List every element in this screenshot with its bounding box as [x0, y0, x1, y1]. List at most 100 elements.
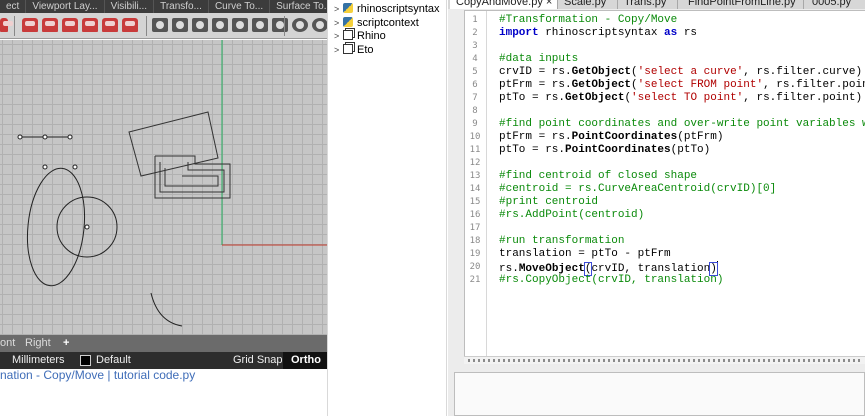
render-tool-icon[interactable]: [152, 18, 168, 32]
code-text: rs: [677, 27, 698, 39]
expand-arrow-icon[interactable]: >: [334, 18, 343, 28]
code-function: PointCoordinates: [571, 131, 678, 143]
code-keyword: as: [664, 27, 678, 39]
code-comment: #Transformation - Copy/Move: [499, 14, 678, 26]
toolbar-divider: [284, 16, 285, 36]
code-text: ptFrm = rs.: [499, 79, 572, 91]
toolbar-tab[interactable]: Visibili...: [105, 0, 155, 13]
control-point: [84, 224, 90, 230]
code-line: #run transformation: [499, 235, 624, 248]
code-text: , rs.filter.point): [763, 79, 865, 91]
tab-copyandmove[interactable]: CopyAndMove.py ×: [450, 0, 558, 9]
tab-findpointfromline[interactable]: FindPointFromLine.py: [682, 0, 804, 9]
code-line: #rs.AddPoint(centroid): [499, 209, 644, 222]
code-text: , rs.filter.curve): [743, 66, 863, 78]
code-comment: #centroid = rs.CurveAreaCentroid(crvID)[…: [499, 183, 777, 195]
expand-arrow-icon[interactable]: >: [334, 45, 343, 55]
rhino-window: ect Viewport Lay... Visibili... Transfo... C…: [0, 0, 327, 416]
add-viewport-button[interactable]: +: [63, 337, 69, 349]
code-function: PointCoordinates: [565, 144, 671, 156]
code-comment: #print centroid: [499, 196, 599, 208]
toolbar-tab[interactable]: Transfo...: [154, 0, 209, 13]
tree-item-scriptcontext[interactable]: > scriptcontext: [334, 17, 419, 31]
render-tool-icon[interactable]: [192, 18, 208, 32]
layer-label[interactable]: Default: [96, 354, 131, 366]
line-number: 16: [469, 210, 481, 220]
tab-right[interactable]: Right: [25, 337, 51, 349]
tree-item-label: scriptcontext: [357, 17, 419, 29]
control-point: [42, 134, 48, 140]
code-function: GetObject: [571, 79, 632, 91]
tree-item-rhino[interactable]: > Rhino: [334, 30, 386, 44]
line-number: 14: [469, 184, 481, 194]
line-number: 17: [469, 223, 481, 233]
code-line: #find centroid of closed shape: [499, 170, 697, 183]
light-icon[interactable]: [272, 18, 288, 32]
code-comment: #find point coordinates and over-write p…: [499, 118, 865, 130]
camera-icon[interactable]: [172, 18, 188, 32]
toolbar-tab[interactable]: Curve To...: [209, 0, 271, 13]
code-text: (: [631, 66, 638, 78]
viewport-tool-icon[interactable]: [82, 18, 98, 32]
viewport-tool-icon[interactable]: [102, 18, 118, 32]
code-text: (ptTo): [670, 144, 711, 156]
tree-item-eto[interactable]: > Eto: [334, 44, 374, 58]
light-icon[interactable]: [232, 18, 248, 32]
tab-front[interactable]: ont: [0, 337, 15, 349]
expand-arrow-icon[interactable]: >: [334, 4, 343, 14]
viewport-tool-icon[interactable]: [22, 18, 38, 32]
code-line: #print centroid: [499, 196, 598, 209]
toolbar-tab[interactable]: Viewport Lay...: [26, 0, 105, 13]
ellipse-curve: [26, 167, 86, 287]
line-number: 19: [469, 249, 481, 259]
code-string: 'select TO point': [631, 92, 744, 104]
code-text: ptTo = rs.: [499, 144, 566, 156]
window-caption: nation - Copy/Move | tutorial code.py: [0, 368, 196, 382]
gear-icon[interactable]: [292, 18, 308, 32]
code-text: (: [631, 79, 638, 91]
viewport-tool-icon[interactable]: [42, 18, 58, 32]
tab-scale[interactable]: Scale.py: [558, 0, 618, 9]
python-icon: [343, 3, 353, 13]
code-text: crvID = rs.: [499, 66, 572, 78]
rhino-toolbar: [0, 13, 327, 39]
tree-item-rhinoscriptsyntax[interactable]: > rhinoscriptsyntax: [334, 3, 440, 17]
code-function: GetObject: [565, 92, 625, 104]
toolbar-tab[interactable]: Surface To...: [270, 0, 327, 13]
tab-0005[interactable]: 0005.py: [806, 0, 865, 9]
units-label[interactable]: Millimeters: [12, 354, 65, 366]
toolbar-divider: [14, 16, 15, 36]
tool-icon[interactable]: [0, 18, 13, 32]
toolbar-tab[interactable]: ect: [0, 0, 27, 13]
scrollbar-track[interactable]: [468, 359, 863, 362]
line-number: 18: [469, 236, 481, 246]
control-point: [67, 134, 73, 140]
tab-trans[interactable]: Trans.py: [618, 0, 678, 9]
expand-arrow-icon[interactable]: >: [334, 31, 343, 41]
code-text: ptTo = rs.: [499, 92, 566, 104]
line-number: 1: [472, 15, 478, 25]
viewport-tool-icon[interactable]: [62, 18, 78, 32]
output-pane[interactable]: [454, 372, 865, 416]
code-text: , rs.filter.point): [743, 92, 863, 104]
code-editor[interactable]: 1 2 3 4 5 6 7 8 9 10 11 12 13 14 15 16 1…: [464, 10, 865, 360]
viewport-tabs: ont Right +: [0, 335, 327, 352]
light-icon[interactable]: [252, 18, 268, 32]
rotated-rectangle: [128, 111, 219, 177]
line-number: 11: [469, 145, 481, 155]
tree-item-label: Rhino: [357, 30, 386, 42]
code-line: import rhinoscriptsyntax as rs: [499, 27, 697, 40]
grid-snap-toggle[interactable]: Grid Snap: [233, 354, 283, 366]
horizontal-scrollbar[interactable]: [464, 356, 865, 364]
render-tool-icon[interactable]: [212, 18, 228, 32]
ortho-toggle[interactable]: Ortho: [283, 352, 327, 369]
top-viewport[interactable]: [0, 40, 327, 335]
sphere-icon[interactable]: [312, 18, 327, 32]
viewport-tool-icon[interactable]: [122, 18, 138, 32]
layer-color-swatch[interactable]: [80, 355, 91, 366]
close-icon[interactable]: ×: [546, 0, 552, 8]
code-comment: #rs.CopyObject(crvID, translation): [499, 274, 724, 286]
editor-tabs: CopyAndMove.py × Scale.py Trans.py FindP…: [448, 0, 865, 9]
line-number: 15: [469, 197, 481, 207]
arc-curve: [150, 292, 183, 327]
